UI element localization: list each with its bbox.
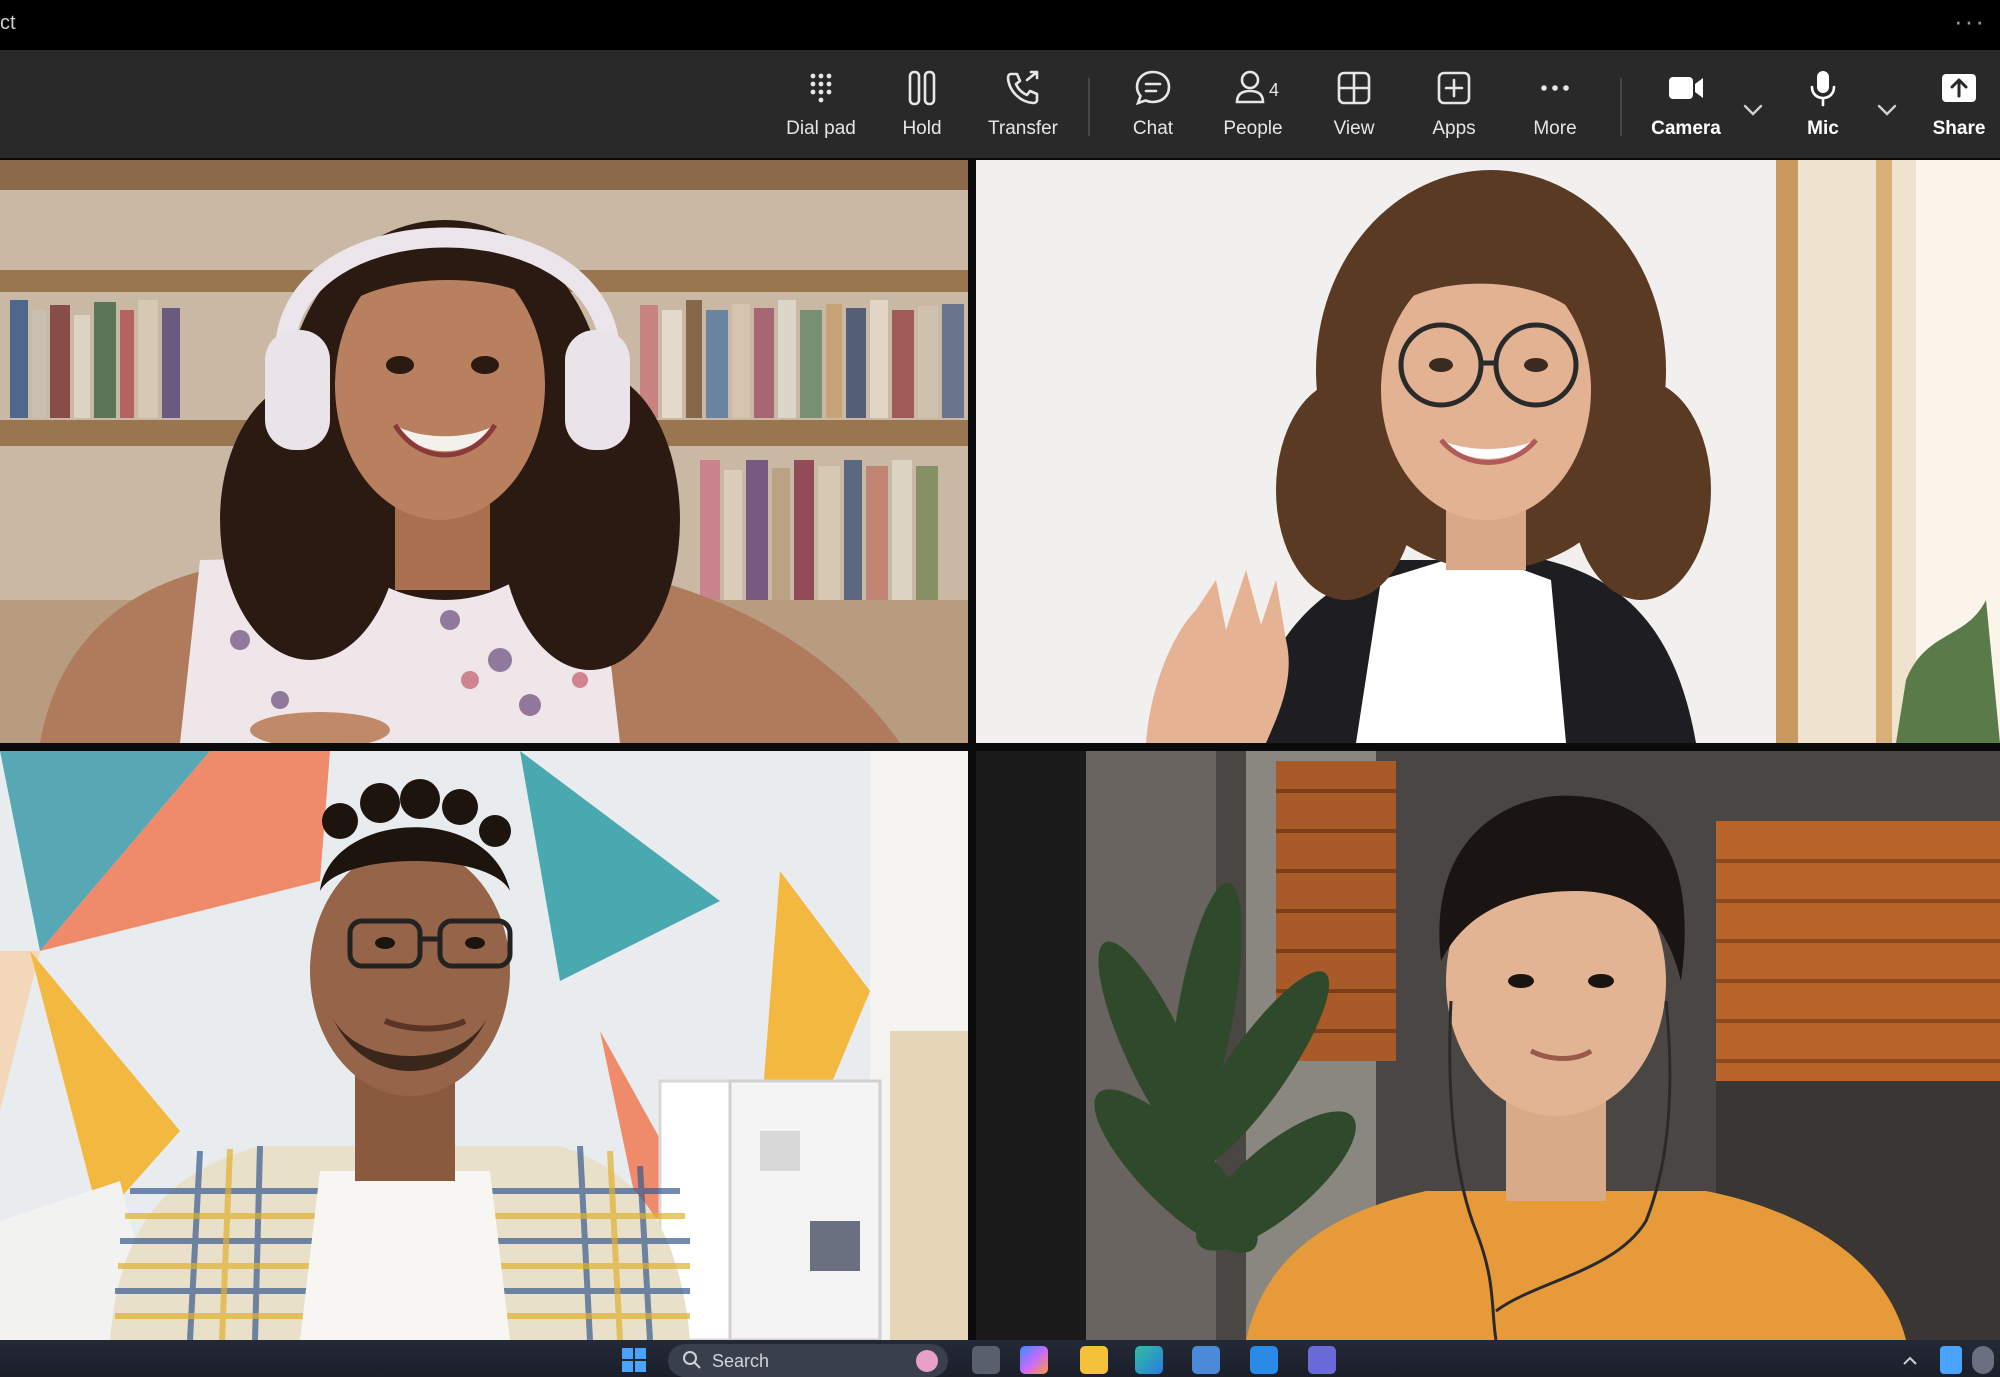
tray-icon[interactable] xyxy=(1972,1346,1994,1374)
window-title: ct xyxy=(0,12,16,34)
participant-video xyxy=(976,160,2000,743)
toolbar-divider xyxy=(1620,78,1622,136)
chevron-up-icon[interactable] xyxy=(1900,1346,1920,1374)
video-tile-participant-2[interactable] xyxy=(976,160,2000,743)
chevron-down-icon xyxy=(1877,104,1897,116)
edge-browser-icon[interactable] xyxy=(1135,1346,1163,1374)
phone-transfer-icon xyxy=(1006,70,1039,105)
chat-label: Chat xyxy=(1132,118,1174,139)
video-tile-participant-3[interactable] xyxy=(0,751,968,1340)
mic-button[interactable]: Mic xyxy=(1773,68,1873,146)
more-icon xyxy=(1541,85,1569,91)
chat-button[interactable]: Chat xyxy=(1103,68,1203,146)
search-icon xyxy=(683,1351,701,1369)
apps-button[interactable]: Apps xyxy=(1404,68,1504,146)
window-menu-icon[interactable]: ··· xyxy=(1954,6,1986,37)
microphone-icon xyxy=(1810,71,1836,107)
people-label: People xyxy=(1223,118,1283,139)
video-tile-participant-1[interactable] xyxy=(0,160,968,743)
dialpad-label: Dial pad xyxy=(786,118,856,139)
camera-icon xyxy=(1669,77,1703,99)
apps-label: Apps xyxy=(1432,118,1476,139)
mic-options-chevron[interactable] xyxy=(1869,92,1905,128)
store-icon[interactable] xyxy=(1192,1346,1220,1374)
title-bar: ct ··· xyxy=(0,0,2000,50)
camera-label: Camera xyxy=(1651,118,1721,139)
search-highlight-icon xyxy=(916,1350,938,1372)
file-explorer-icon[interactable] xyxy=(1080,1346,1108,1374)
dialpad-button[interactable]: Dial pad xyxy=(771,68,871,146)
camera-options-chevron[interactable] xyxy=(1735,92,1771,128)
taskbar-search-box[interactable]: Search xyxy=(668,1344,948,1377)
call-toolbar: Dial pad Hold Transfer Chat 4 People Vie… xyxy=(0,50,2000,158)
people-button[interactable]: 4 People xyxy=(1203,68,1303,146)
view-button[interactable]: View xyxy=(1304,68,1404,146)
dialpad-icon xyxy=(810,73,832,103)
camera-button[interactable]: Camera xyxy=(1636,68,1736,146)
more-button[interactable]: More xyxy=(1505,68,1605,146)
grid-view-icon xyxy=(1337,71,1371,105)
copilot-icon[interactable] xyxy=(1020,1346,1048,1374)
toolbar-divider xyxy=(1088,78,1090,136)
hold-button[interactable]: Hold xyxy=(872,68,972,146)
participant-video xyxy=(0,751,968,1340)
task-view-icon[interactable] xyxy=(972,1346,1000,1374)
windows-taskbar: Search xyxy=(0,1340,2000,1377)
tray-icon[interactable] xyxy=(1940,1346,1962,1374)
participant-video xyxy=(0,160,968,743)
chevron-down-icon xyxy=(1743,104,1763,116)
teams-icon[interactable] xyxy=(1308,1346,1336,1374)
people-count-badge: 4 xyxy=(1269,80,1280,100)
app-icon[interactable] xyxy=(1250,1346,1278,1374)
share-label: Share xyxy=(1932,118,1986,139)
view-label: View xyxy=(1333,118,1375,139)
transfer-label: Transfer xyxy=(987,118,1059,139)
add-app-icon xyxy=(1437,71,1471,105)
start-button[interactable] xyxy=(620,1346,648,1374)
share-screen-icon xyxy=(1942,74,1976,102)
people-icon xyxy=(1235,70,1265,104)
windows-logo-icon xyxy=(622,1348,646,1372)
participant-video xyxy=(976,751,2000,1340)
more-label: More xyxy=(1533,118,1577,139)
chat-icon xyxy=(1135,70,1171,106)
video-tile-participant-4[interactable] xyxy=(976,751,2000,1340)
hold-label: Hold xyxy=(902,118,942,139)
pause-icon xyxy=(908,70,936,106)
mic-label: Mic xyxy=(1807,118,1839,139)
search-placeholder: Search xyxy=(712,1351,770,1371)
transfer-button[interactable]: Transfer xyxy=(973,68,1073,146)
share-button[interactable]: Share xyxy=(1909,68,2000,146)
